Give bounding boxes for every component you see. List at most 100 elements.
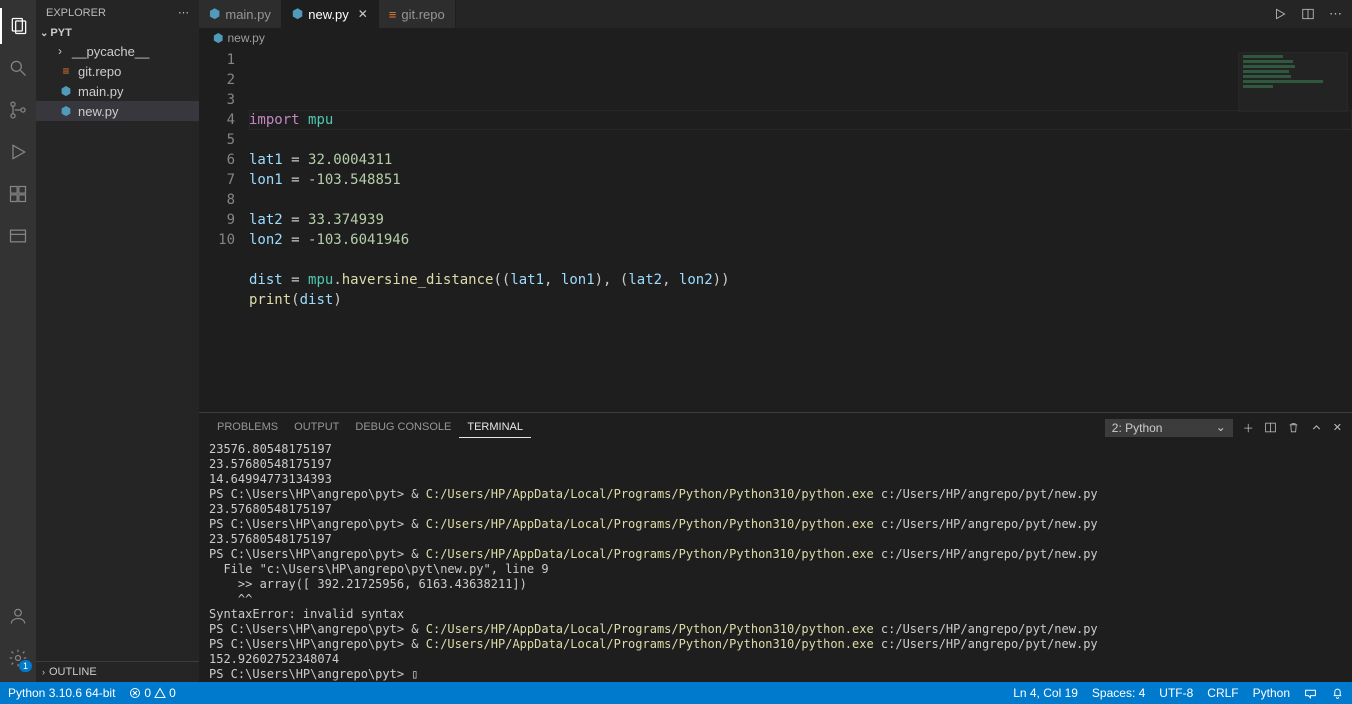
status-python-interpreter[interactable]: Python 3.10.6 64-bit (8, 686, 115, 700)
terminal-output[interactable]: 23576.8054817519723.5768054817519714.649… (199, 438, 1352, 682)
bottom-panel: PROBLEMSOUTPUTDEBUG CONSOLETERMINAL 2: P… (199, 412, 1352, 682)
terminal-line: PS C:\Users\HP\angrepo\pyt> & C:/Users/H… (209, 637, 1342, 652)
split-terminal-icon[interactable] (1264, 421, 1277, 434)
python-file-icon: ⬢ (213, 31, 223, 45)
tree-file[interactable]: ⬢ main.py (36, 81, 199, 101)
code-line: import mpu (249, 110, 1352, 130)
status-eol[interactable]: CRLF (1207, 686, 1238, 700)
terminal-line: 23576.80548175197 (209, 442, 1342, 457)
code-line: dist = mpu.haversine_distance((lat1, lon… (249, 270, 1352, 290)
python-file-icon: ⬢ (58, 84, 74, 98)
explorer-more-icon[interactable]: ⋯ (178, 6, 189, 19)
tree-item-label: main.py (78, 84, 124, 99)
layout-icon[interactable] (0, 218, 36, 254)
terminal-line: ^^ (209, 592, 1342, 607)
outline-section[interactable]: › OUTLINE (36, 661, 199, 682)
code-line (249, 130, 1352, 150)
status-encoding[interactable]: UTF-8 (1159, 686, 1193, 700)
terminal-line: SyntaxError: invalid syntax (209, 607, 1342, 622)
settings-icon[interactable]: 1 (0, 640, 36, 676)
python-file-icon: ⬢ (292, 6, 303, 22)
tab-label: new.py (308, 7, 348, 22)
tree-file[interactable]: ⬢ new.py (36, 101, 199, 121)
run-debug-icon[interactable] (0, 134, 36, 170)
tree-folder[interactable]: › __pycache__ (36, 41, 199, 61)
tab-more-icon[interactable]: ⋯ (1329, 6, 1342, 22)
status-bar: Python 3.10.6 64-bit 0 0 Ln 4, Col 19 Sp… (0, 682, 1352, 704)
terminal-line: 23.57680548175197 (209, 457, 1342, 472)
status-cursor-position[interactable]: Ln 4, Col 19 (1013, 686, 1078, 700)
status-bell-icon[interactable] (1331, 687, 1344, 700)
python-file-icon: ⬢ (209, 6, 220, 22)
terminal-line: 23.57680548175197 (209, 532, 1342, 547)
folder-root[interactable]: ⌄ PYT (36, 25, 199, 41)
search-icon[interactable] (0, 50, 36, 86)
status-feedback-icon[interactable] (1304, 687, 1317, 700)
extensions-icon[interactable] (0, 176, 36, 212)
folder-root-label: PYT (50, 27, 71, 39)
editor[interactable]: 12345678910 import mpu lat1 = 32.0004311… (199, 48, 1352, 412)
chevron-right-icon: › (52, 44, 68, 58)
repo-file-icon: ≡ (389, 7, 397, 22)
tab-label: main.py (225, 7, 271, 22)
explorer-icon[interactable] (0, 8, 36, 44)
code-line: lat1 = 32.0004311 (249, 150, 1352, 170)
panel-tab[interactable]: OUTPUT (286, 417, 347, 438)
terminal-line: >> array([ 392.21725956, 6163.43638211]) (209, 577, 1342, 592)
split-editor-icon[interactable] (1301, 7, 1315, 21)
editor-tab[interactable]: ≡ git.repo (379, 0, 456, 28)
status-indentation[interactable]: Spaces: 4 (1092, 686, 1145, 700)
terminal-line: PS C:\Users\HP\angrepo\pyt> & C:/Users/H… (209, 487, 1342, 502)
close-panel-icon[interactable]: ✕ (1333, 421, 1342, 434)
status-language[interactable]: Python (1253, 686, 1290, 700)
panel-tab[interactable]: PROBLEMS (209, 417, 286, 438)
minimap[interactable] (1238, 52, 1348, 112)
file-tree: › __pycache__ ≡ git.repo ⬢ main.py ⬢ new.py (36, 41, 199, 121)
terminal-line: PS C:\Users\HP\angrepo\pyt> & C:/Users/H… (209, 547, 1342, 562)
repo-file-icon: ≡ (58, 64, 74, 78)
tree-item-label: git.repo (78, 64, 121, 79)
tree-item-label: new.py (78, 104, 118, 119)
code-area[interactable]: import mpu lat1 = 32.0004311lon1 = -103.… (249, 48, 1352, 412)
status-problems[interactable]: 0 0 (129, 686, 175, 700)
terminal-line: PS C:\Users\HP\angrepo\pyt> & C:/Users/H… (209, 517, 1342, 532)
maximize-panel-icon[interactable] (1310, 421, 1323, 434)
chevron-right-icon: › (42, 667, 45, 677)
editor-tabs: ⬢ main.py ⬢ new.py ✕ ≡ git.repo ⋯ (199, 0, 1352, 28)
close-icon[interactable]: ✕ (358, 7, 368, 21)
python-file-icon: ⬢ (58, 104, 74, 118)
terminal-line: PS C:\Users\HP\angrepo\pyt> & C:/Users/H… (209, 622, 1342, 637)
editor-tab[interactable]: ⬢ main.py (199, 0, 282, 28)
terminal-selector[interactable]: 2: Python (1105, 419, 1233, 437)
chevron-down-icon: ⌄ (40, 28, 48, 39)
code-line: lon1 = -103.548851 (249, 170, 1352, 190)
tab-label: git.repo (401, 7, 444, 22)
panel-tab[interactable]: TERMINAL (459, 417, 531, 438)
tree-item-label: __pycache__ (72, 44, 149, 59)
outline-label: OUTLINE (49, 666, 97, 678)
terminal-line: 23.57680548175197 (209, 502, 1342, 517)
run-icon[interactable] (1273, 7, 1287, 21)
code-line (249, 250, 1352, 270)
kill-terminal-icon[interactable] (1287, 421, 1300, 434)
new-terminal-icon[interactable]: ＋ (1243, 420, 1254, 436)
editor-tab[interactable]: ⬢ new.py ✕ (282, 0, 379, 28)
terminal-line: 152.92602752348074 (209, 652, 1342, 667)
breadcrumb-label: new.py (227, 31, 264, 45)
account-icon[interactable] (0, 598, 36, 634)
settings-badge: 1 (19, 660, 32, 672)
code-line: lat2 = 33.374939 (249, 210, 1352, 230)
explorer-title: EXPLORER (46, 7, 106, 19)
panel-tab[interactable]: DEBUG CONSOLE (347, 417, 459, 438)
sidebar: EXPLORER ⋯ ⌄ PYT › __pycache__ ≡ git.repo ⬢ m… (36, 0, 199, 682)
terminal-selector-label: 2: Python (1112, 421, 1163, 435)
code-line: print(dist) (249, 290, 1352, 310)
code-line (249, 190, 1352, 210)
line-gutter: 12345678910 (199, 48, 249, 412)
source-control-icon[interactable] (0, 92, 36, 128)
terminal-line: File "c:\Users\HP\angrepo\pyt\new.py", l… (209, 562, 1342, 577)
breadcrumb[interactable]: ⬢ new.py (199, 28, 1352, 48)
activity-bar: 1 (0, 0, 36, 682)
tree-file[interactable]: ≡ git.repo (36, 61, 199, 81)
terminal-line: 14.64994773134393 (209, 472, 1342, 487)
